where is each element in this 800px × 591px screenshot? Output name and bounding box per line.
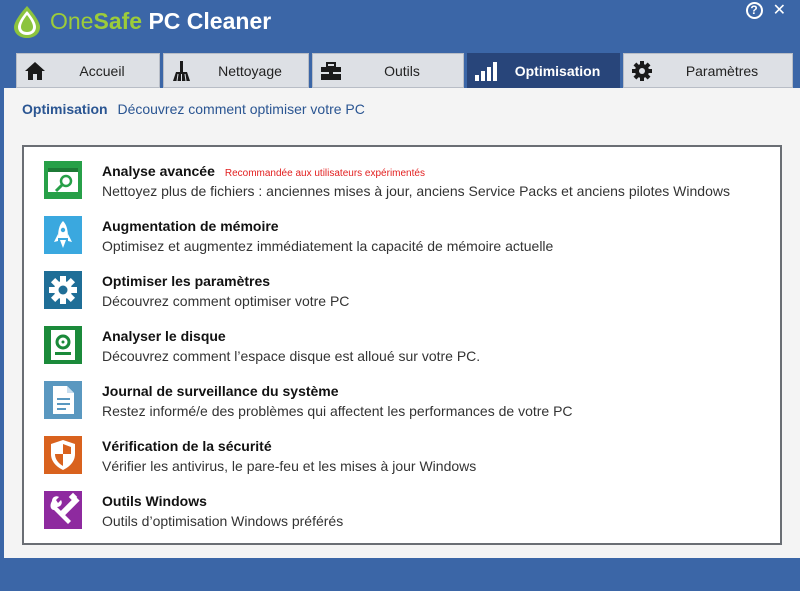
tab-parametres[interactable]: Paramètres (623, 53, 793, 88)
tools-icon (44, 491, 82, 529)
item-title: Outils Windows (102, 493, 207, 509)
breadcrumb: Optimisation Découvrez comment optimiser… (22, 101, 365, 117)
item-description: Restez informé/e des problèmes qui affec… (102, 403, 573, 419)
item-title: Vérification de la sécurité (102, 438, 272, 454)
item-description: Découvrez comment optimiser votre PC (102, 293, 350, 309)
main-tabs: Accueil Nettoyage Outils Optimisation Pa… (16, 53, 793, 88)
rocket-icon (44, 216, 82, 254)
list-item-outils-windows[interactable]: Outils Windows Outils d’optimisation Win… (44, 489, 764, 531)
item-description: Vérifier les antivirus, le pare-feu et l… (102, 458, 477, 474)
window-controls: ? ✕ (745, 2, 786, 19)
tab-optimisation[interactable]: Optimisation (467, 53, 620, 88)
tab-outils-label: Outils (384, 63, 420, 79)
item-description: Outils d’optimisation Windows préférés (102, 513, 344, 529)
item-title: Analyse avancée Recommandée aux utilisate… (102, 163, 425, 179)
list-item-verification-securite[interactable]: Vérification de la sécurité Vérifier les… (44, 434, 764, 476)
tab-parametres-label: Paramètres (685, 63, 759, 79)
document-icon (44, 381, 82, 419)
tab-nettoyage-label: Nettoyage (218, 63, 282, 79)
shield-icon (44, 436, 82, 474)
tab-accueil-label: Accueil (79, 63, 125, 79)
optimisation-list: Analyse avancée Recommandée aux utilisate… (22, 145, 782, 545)
tab-optimisation-label: Optimisation (514, 63, 601, 79)
title-bar: OneSafe PC Cleaner ? ✕ (0, 0, 800, 50)
tab-nettoyage[interactable]: Nettoyage (163, 53, 309, 88)
item-description: Optimisez et augmentez immédiatement la … (102, 238, 554, 254)
list-item-analyser-disque[interactable]: Analyser le disque Découvrez comment l’e… (44, 324, 764, 366)
advanced-scan-icon (44, 161, 82, 199)
settings-gear-icon (44, 271, 82, 309)
content-panel: Optimisation Découvrez comment optimiser… (4, 88, 800, 558)
tab-outils[interactable]: Outils (312, 53, 464, 88)
item-description: Nettoyez plus de fichiers : anciennes mi… (102, 183, 730, 199)
item-description: Découvrez comment l’espace disque est al… (102, 348, 481, 364)
item-title: Augmentation de mémoire (102, 218, 279, 234)
app-title-safe: Safe (93, 8, 143, 34)
close-button[interactable]: ✕ (773, 2, 786, 19)
item-title: Journal de surveillance du système (102, 383, 339, 399)
tab-accueil[interactable]: Accueil (16, 53, 160, 88)
breadcrumb-title: Optimisation (22, 101, 108, 117)
list-item-analyse-avancee[interactable]: Analyse avancée Recommandée aux utilisate… (44, 159, 764, 201)
list-item-augmentation-memoire[interactable]: Augmentation de mémoire Optimisez et aug… (44, 214, 764, 256)
list-item-optimiser-parametres[interactable]: Optimiser les paramètres Découvrez comme… (44, 269, 764, 311)
item-title: Optimiser les paramètres (102, 273, 271, 289)
help-button[interactable]: ? (745, 2, 763, 19)
app-logo-icon (14, 6, 40, 38)
breadcrumb-subtitle: Découvrez comment optimiser votre PC (117, 101, 365, 117)
app-title-one: One (50, 8, 94, 34)
list-item-journal-surveillance[interactable]: Journal de surveillance du système Reste… (44, 379, 764, 421)
recommended-badge: Recommandée aux utilisateurs expérimenté… (224, 168, 425, 179)
app-title: OneSafe PC Cleaner (50, 8, 271, 35)
disk-icon (44, 326, 82, 364)
item-title-text: Analyse avancée (102, 163, 215, 179)
app-title-pc-cleaner: PC Cleaner (142, 8, 272, 34)
item-title: Analyser le disque (102, 328, 226, 344)
